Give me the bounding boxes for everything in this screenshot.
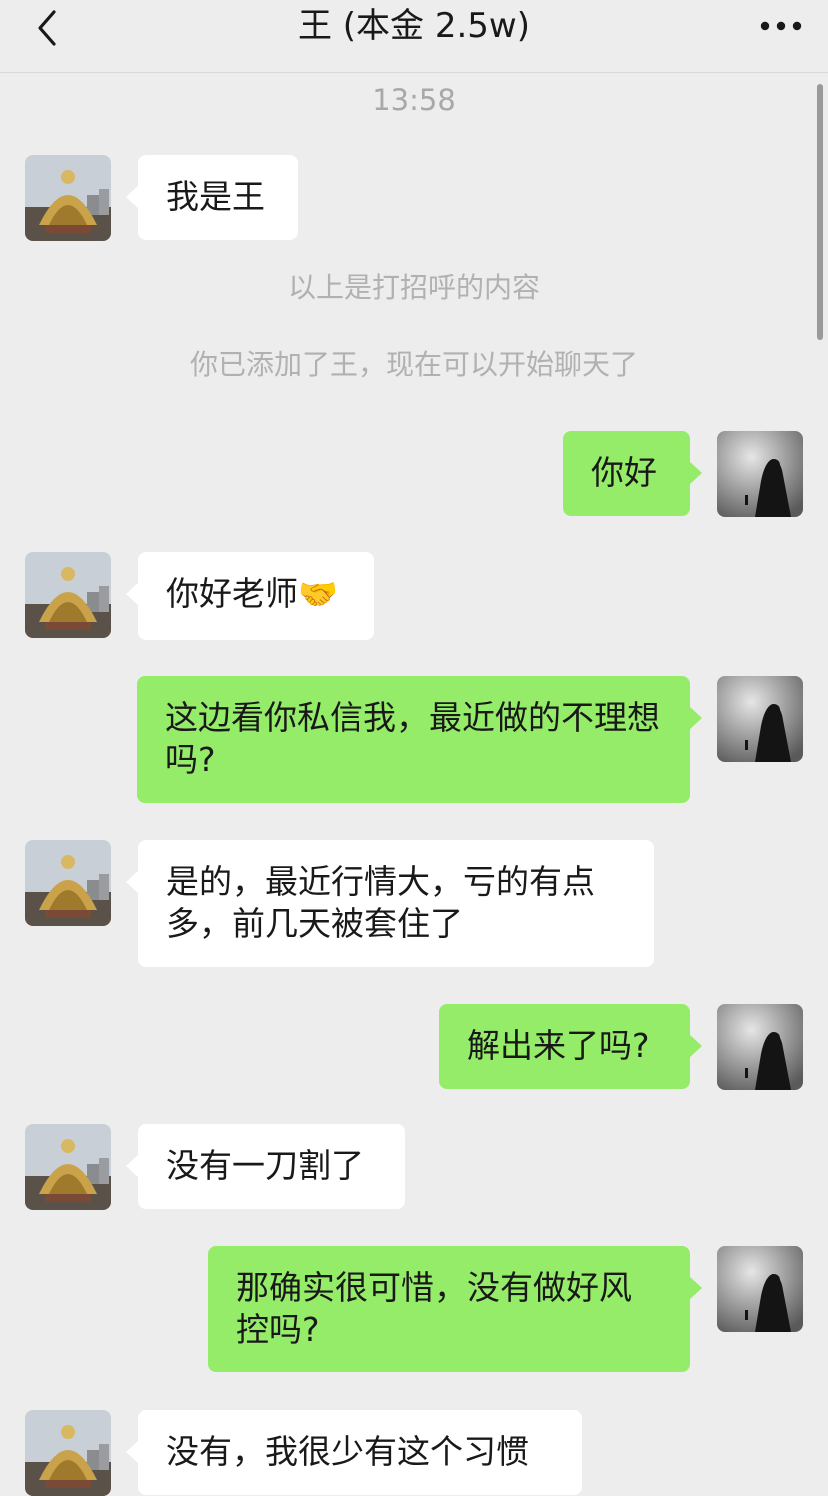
contact-avatar[interactable]	[25, 155, 111, 241]
chat-title: 王 (本金 2.5w)	[297, 6, 531, 46]
handshake-emoji: 🤝	[298, 575, 338, 613]
chat-timestamp: 13:58	[372, 83, 456, 117]
message-bubble-received[interactable]: 没有，我很少有这个习惯	[126, 1410, 582, 1495]
my-avatar[interactable]	[717, 1246, 803, 1332]
message-bubble-sent[interactable]: 你好	[563, 431, 702, 516]
message-bubble-received[interactable]: 没有一刀割了	[126, 1124, 405, 1209]
my-avatar[interactable]	[717, 431, 803, 517]
message-text: 你好老师	[166, 574, 298, 613]
my-avatar[interactable]	[717, 1004, 803, 1090]
message-bubble-received[interactable]: 你好老师🤝	[126, 552, 374, 640]
contact-avatar[interactable]	[25, 840, 111, 926]
message-bubble-received[interactable]: 我是王	[126, 155, 298, 240]
message-bubble-sent[interactable]: 那确实很可惜，没有做好风控吗?	[208, 1246, 702, 1372]
message-bubble-sent[interactable]: 这边看你私信我，最近做的不理想吗?	[137, 676, 702, 803]
contact-avatar[interactable]	[25, 552, 111, 638]
contact-avatar[interactable]	[25, 1410, 111, 1496]
system-message: 你已添加了王，现在可以开始聊天了	[189, 348, 638, 381]
my-avatar[interactable]	[717, 676, 803, 762]
system-message: 以上是打招呼的内容	[287, 271, 540, 304]
chat-header: 王 (本金 2.5w)	[0, 0, 828, 73]
more-dots-icon[interactable]	[758, 12, 804, 40]
message-bubble-sent[interactable]: 解出来了吗?	[439, 1004, 702, 1089]
message-bubble-received[interactable]: 是的，最近行情大，亏的有点多，前几天被套住了	[126, 840, 654, 967]
contact-avatar[interactable]	[25, 1124, 111, 1210]
